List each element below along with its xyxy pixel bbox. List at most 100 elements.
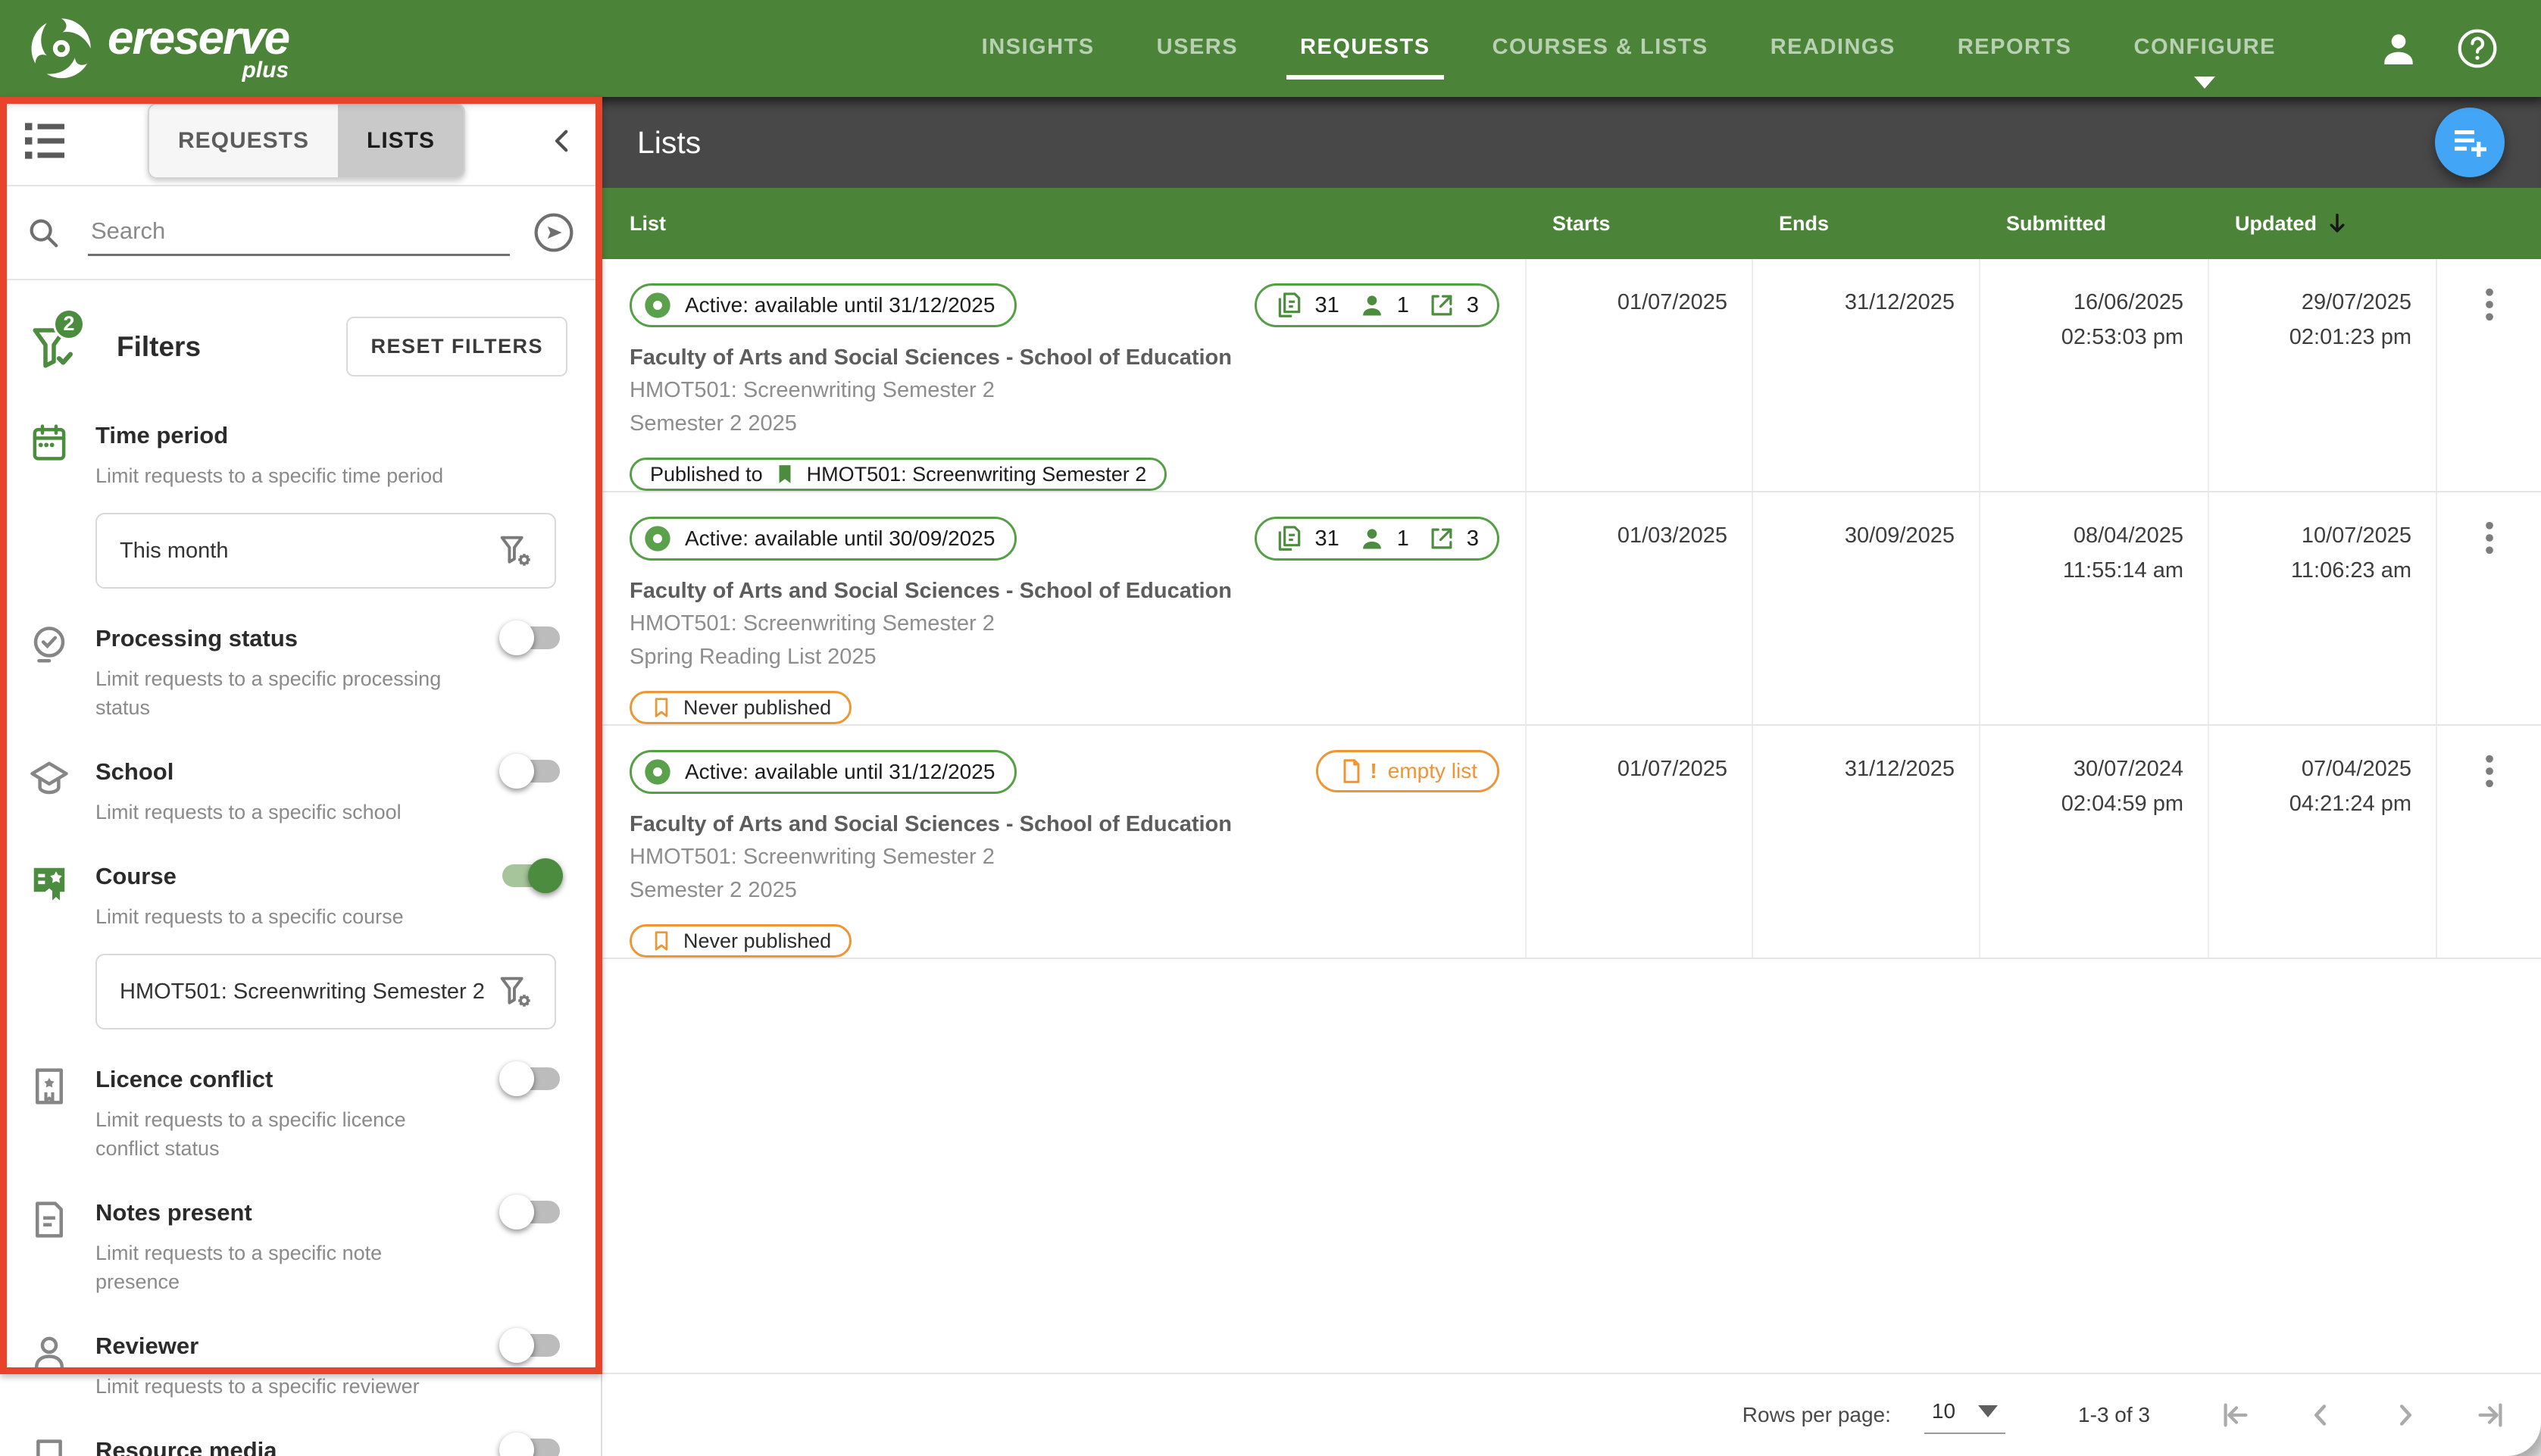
row-actions-cell (2436, 726, 2541, 958)
list-name: Spring Reading List 2025 (630, 641, 877, 673)
rows-per-page-select[interactable]: 10 (1924, 1396, 2005, 1434)
ends-cell: 31/12/2025 (1752, 726, 1979, 958)
tab-requests[interactable]: REQUESTS (149, 105, 338, 177)
list-name: Semester 2 2025 (630, 408, 797, 439)
resource-media-toggle[interactable] (502, 1439, 560, 1456)
list-stats-badge: 31 1 3 (1255, 283, 1499, 327)
submit-search-icon[interactable] (533, 211, 575, 254)
list-stats-badge: 31 1 3 (1255, 517, 1499, 561)
account-button[interactable] (2377, 27, 2420, 70)
course-toggle[interactable] (502, 864, 560, 887)
table-row[interactable]: Active: available until 31/12/2025 ! emp… (602, 726, 2541, 959)
ereserve-swirl-icon (29, 16, 94, 81)
filters-title: Filters (117, 331, 201, 363)
school-toggle[interactable] (502, 760, 560, 783)
starts-cell: 01/03/2025 (1525, 492, 1752, 724)
row-menu-icon[interactable] (2474, 285, 2505, 324)
column-header-starts[interactable]: Starts (1525, 212, 1752, 236)
filter-description: Limit requests to a specific reviewer (95, 1372, 469, 1401)
top-nav-bar: ereserve plus INSIGHTS USERS REQUESTS CO… (0, 0, 2541, 97)
search-input[interactable] (88, 210, 510, 256)
table-row[interactable]: Active: available until 30/09/2025 31 1 (602, 492, 2541, 726)
column-header-updated[interactable]: Updated (2208, 211, 2436, 236)
reset-filters-button[interactable]: RESET FILTERS (346, 317, 567, 376)
time-period-select[interactable]: This month (95, 513, 556, 589)
course-name: HMOT501: Screenwriting Semester 2 (630, 608, 995, 639)
filter-description: Limit requests to a specific licence con… (95, 1105, 469, 1163)
course-name: HMOT501: Screenwriting Semester 2 (630, 841, 995, 873)
filter-reviewer: Reviewer Limit requests to a specific re… (29, 1333, 567, 1401)
table-empty-space (602, 959, 2541, 1373)
row-menu-icon[interactable] (2474, 751, 2505, 791)
ends-cell: 31/12/2025 (1752, 259, 1979, 491)
help-icon (2456, 27, 2499, 70)
nav-item-courses-lists[interactable]: COURSES & LISTS (1488, 12, 1713, 86)
course-select[interactable]: HMOT501: Screenwriting Semester 2 (95, 954, 556, 1030)
table-header-row: List Starts Ends Submitted Updated (602, 188, 2541, 259)
app-root: ereserve plus INSIGHTS USERS REQUESTS CO… (0, 0, 2541, 1456)
time-period-value: This month (120, 539, 228, 564)
lists-header-bar: Lists (602, 97, 2541, 188)
nav-item-users[interactable]: USERS (1152, 12, 1242, 86)
links-count-icon (1427, 291, 1456, 320)
nav-item-insights[interactable]: INSIGHTS (977, 12, 1099, 86)
pagination-range: 1-3 of 3 (2078, 1403, 2150, 1427)
first-page-icon[interactable] (2218, 1398, 2253, 1433)
add-list-button[interactable] (2435, 108, 2505, 177)
row-menu-icon[interactable] (2474, 518, 2505, 558)
filter-course: Course Limit requests to a specific cour… (29, 863, 567, 1030)
collapse-sidebar-icon[interactable] (546, 125, 578, 157)
nav-item-readings[interactable]: READINGS (1766, 12, 1900, 86)
nav-item-reports[interactable]: REPORTS (1953, 12, 2077, 86)
previous-page-icon[interactable] (2303, 1398, 2338, 1433)
never-published-badge: Never published (630, 691, 852, 724)
brand-wordmark: ereserve plus (108, 15, 289, 82)
active-dot-icon (642, 757, 673, 787)
person-icon (2377, 27, 2420, 70)
reviewer-toggle[interactable] (502, 1334, 560, 1357)
published-badge: Published to HMOT501: Screenwriting Seme… (630, 458, 1167, 491)
faculty-name: Faculty of Arts and Social Sciences - Sc… (630, 342, 1232, 373)
notes-present-toggle[interactable] (502, 1201, 560, 1223)
filter-title: Processing status (95, 625, 469, 652)
next-page-icon[interactable] (2388, 1398, 2423, 1433)
processing-status-toggle[interactable] (502, 626, 560, 649)
filter-settings-icon[interactable] (495, 531, 535, 570)
note-document-icon (29, 1199, 95, 1296)
empty-list-badge: ! empty list (1316, 750, 1499, 792)
active-dot-icon (642, 290, 673, 320)
starts-cell: 01/07/2025 (1525, 259, 1752, 491)
filter-processing-status: Processing status Limit requests to a sp… (29, 625, 567, 722)
column-header-list[interactable]: List (602, 212, 1525, 236)
ends-cell: 30/09/2025 (1752, 492, 1979, 724)
view-list-icon[interactable] (23, 121, 67, 161)
students-count-icon (1358, 291, 1386, 320)
page-title: Lists (637, 125, 701, 161)
help-button[interactable] (2456, 27, 2499, 70)
list-cell: Active: available until 31/12/2025 ! emp… (602, 726, 1525, 958)
filter-settings-icon[interactable] (495, 972, 535, 1011)
filter-funnel-icon: 2 (29, 322, 79, 372)
brand-logo[interactable]: ereserve plus (29, 15, 289, 82)
chevron-down-icon (1978, 1405, 1998, 1417)
school-icon (29, 758, 95, 826)
last-page-icon[interactable] (2473, 1398, 2508, 1433)
calendar-icon (29, 422, 95, 589)
row-actions-cell (2436, 259, 2541, 491)
bookmark-outline-icon (650, 696, 673, 719)
filter-description: Limit requests to a specific course (95, 902, 556, 931)
filter-title: Reviewer (95, 1333, 469, 1360)
search-icon (26, 215, 61, 250)
nav-item-configure[interactable]: CONFIGURE (2130, 12, 2281, 86)
tab-lists[interactable]: LISTS (338, 105, 464, 177)
column-header-ends[interactable]: Ends (1752, 212, 1979, 236)
list-cell: Active: available until 31/12/2025 31 1 (602, 259, 1525, 491)
licence-conflict-toggle[interactable] (502, 1067, 560, 1090)
submitted-cell: 08/04/202511:55:14 am (1979, 492, 2208, 724)
column-header-submitted[interactable]: Submitted (1979, 212, 2208, 236)
starts-cell: 01/07/2025 (1525, 726, 1752, 958)
table-row[interactable]: Active: available until 31/12/2025 31 1 (602, 259, 2541, 492)
licence-icon (29, 1066, 95, 1163)
table-pagination: Rows per page: 10 1-3 of 3 (602, 1373, 2541, 1456)
nav-item-requests[interactable]: REQUESTS (1296, 12, 1435, 86)
